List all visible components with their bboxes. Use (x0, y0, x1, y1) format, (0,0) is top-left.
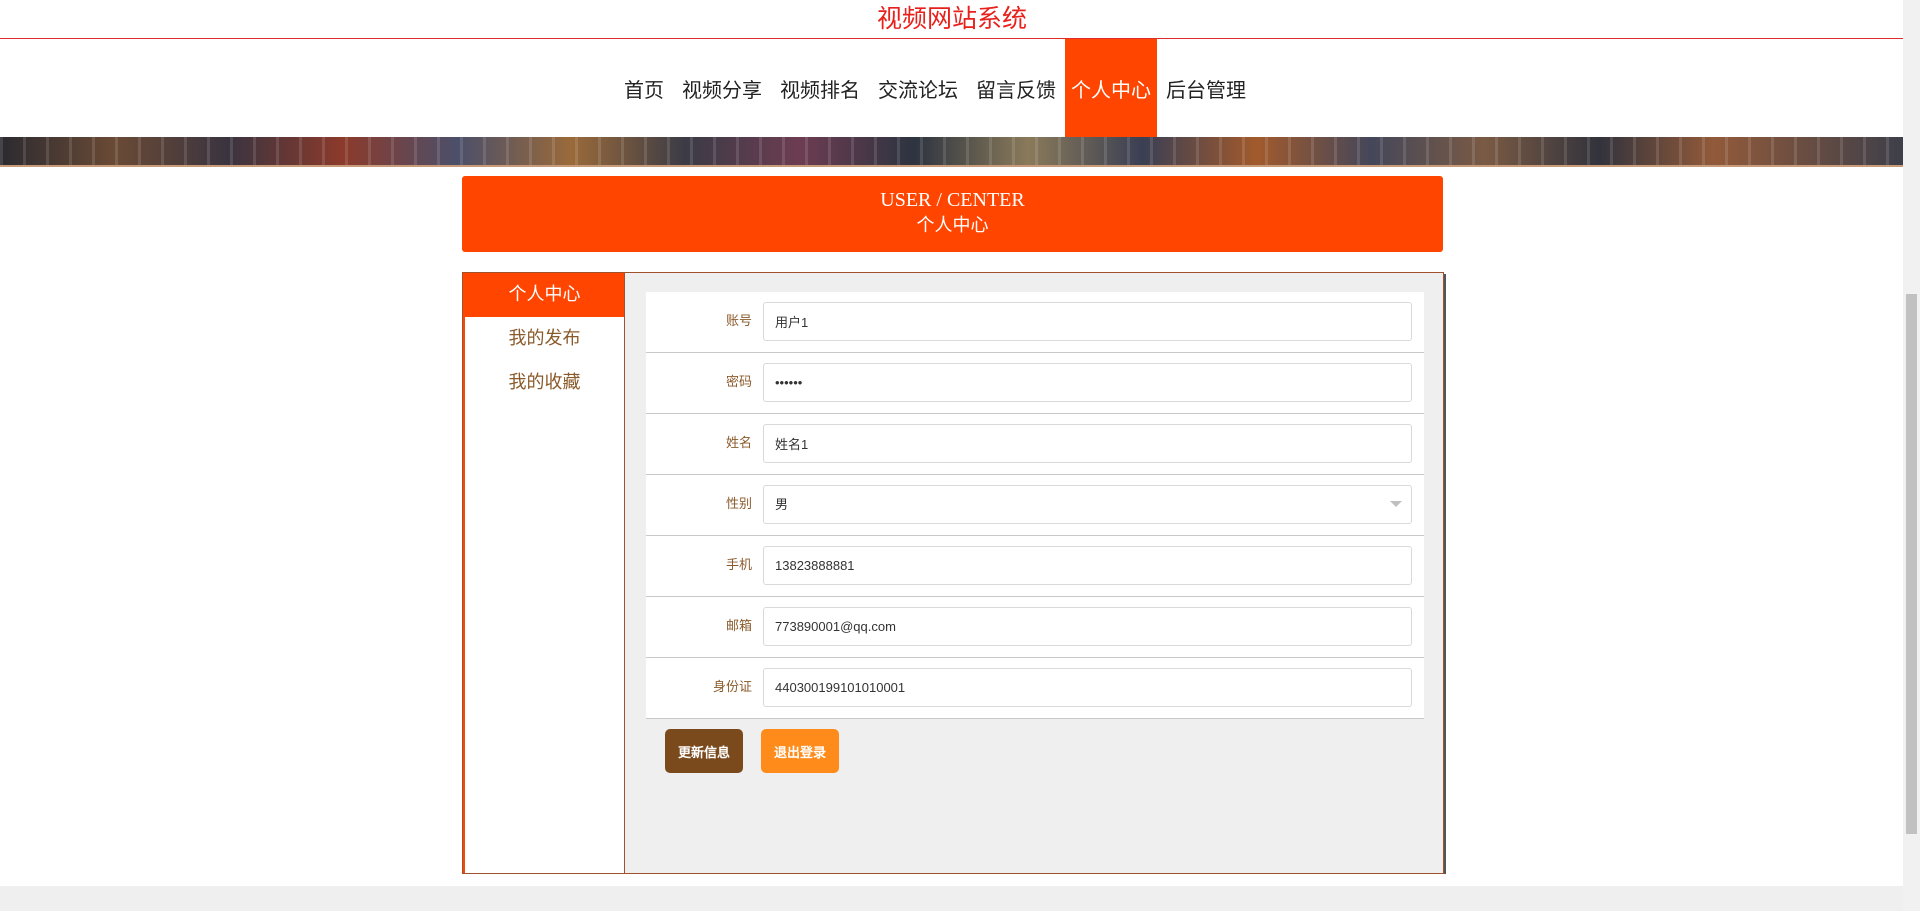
page-scrollbar[interactable] (1903, 0, 1920, 911)
form-row-account: 账号 (646, 292, 1424, 353)
form-row-name: 姓名 (646, 414, 1424, 475)
form-row-id-card: 身份证 (646, 658, 1424, 719)
page-header-title-en: USER / CENTER (880, 189, 1025, 211)
form-row-password: 密码 (646, 353, 1424, 414)
phone-label: 手机 (725, 558, 752, 573)
footer-strip (0, 886, 1904, 911)
site-title: 视频网站系统 (0, 0, 1904, 39)
email-label: 邮箱 (725, 619, 752, 634)
gender-label: 性别 (725, 497, 752, 512)
scrollbar-thumb[interactable] (1906, 294, 1917, 834)
nav-list: 首页 视频分享 视频排名 交流论坛 留言反馈 个人中心 后台管理 (615, 39, 1255, 137)
page-header: USER / CENTER 个人中心 (462, 176, 1443, 252)
nav-item-home[interactable]: 首页 (615, 39, 673, 137)
email-input[interactable] (763, 607, 1412, 646)
user-center-panel: 个人中心 我的发布 我的收藏 账号 密码 姓名 性别 男 手机 邮箱 (462, 272, 1444, 874)
password-label: 密码 (725, 375, 752, 390)
id-card-input[interactable] (763, 668, 1412, 707)
password-input[interactable] (763, 363, 1412, 402)
chevron-down-icon[interactable] (1390, 501, 1402, 507)
banner-image (0, 137, 1904, 167)
nav-item-video-ranking[interactable]: 视频排名 (771, 39, 869, 137)
nav-item-feedback[interactable]: 留言反馈 (967, 39, 1065, 137)
nav-item-admin[interactable]: 后台管理 (1157, 39, 1255, 137)
account-label: 账号 (725, 314, 752, 329)
phone-input[interactable] (763, 546, 1412, 585)
nav-item-user-center[interactable]: 个人中心 (1065, 39, 1157, 137)
update-info-button[interactable]: 更新信息 (665, 729, 743, 773)
form-row-email: 邮箱 (646, 597, 1424, 658)
nav-item-forum[interactable]: 交流论坛 (869, 39, 967, 137)
nav-item-video-share[interactable]: 视频分享 (673, 39, 771, 137)
form-row-gender: 性别 男 (646, 475, 1424, 536)
form-buttons: 更新信息 退出登录 (646, 719, 1424, 779)
logout-button[interactable]: 退出登录 (761, 729, 839, 773)
page-header-title-cn: 个人中心 (916, 215, 989, 235)
sidebar-item-my-favorites[interactable]: 我的收藏 (465, 361, 624, 405)
sidebar-item-user-center[interactable]: 个人中心 (465, 273, 624, 317)
main-nav: 首页 视频分享 视频排名 交流论坛 留言反馈 个人中心 后台管理 (0, 39, 1904, 137)
banner-texture (0, 137, 1904, 165)
gender-select[interactable]: 男 (763, 485, 1412, 524)
profile-form: 账号 密码 姓名 性别 男 手机 邮箱 身份证 (646, 292, 1424, 779)
name-label: 姓名 (725, 436, 752, 451)
name-input[interactable] (763, 424, 1412, 463)
sidebar-item-my-posts[interactable]: 我的发布 (465, 317, 624, 361)
form-row-phone: 手机 (646, 536, 1424, 597)
account-input[interactable] (763, 302, 1412, 341)
gender-select-value[interactable]: 男 (763, 485, 1412, 524)
id-card-label: 身份证 (712, 680, 752, 695)
sidebar: 个人中心 我的发布 我的收藏 (463, 273, 625, 873)
